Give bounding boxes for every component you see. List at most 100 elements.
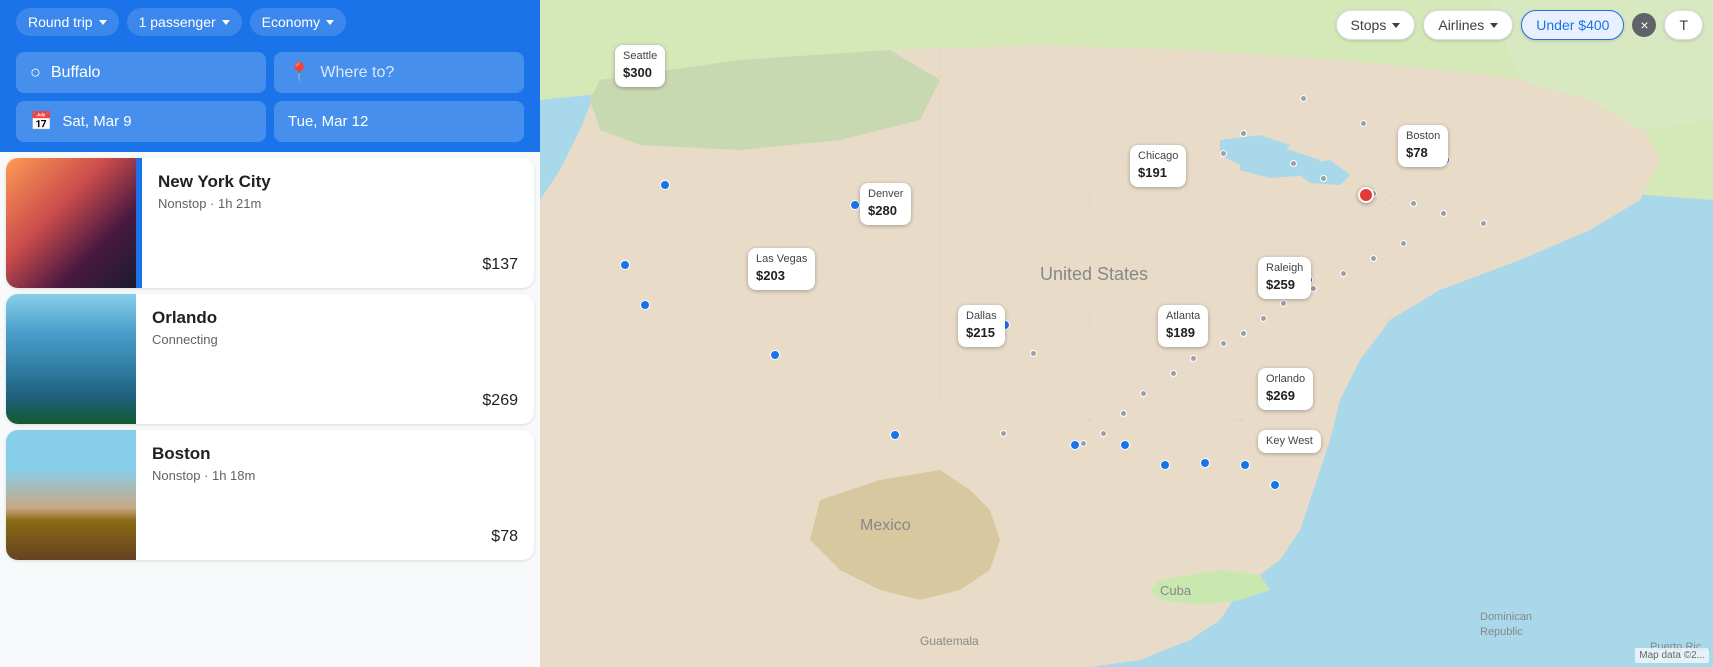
destination-placeholder: Where to? bbox=[320, 64, 394, 82]
more-filters-btn[interactable]: T bbox=[1664, 10, 1703, 40]
price-filter-label: Under $400 bbox=[1536, 17, 1609, 33]
boston-city-name: Boston bbox=[1406, 129, 1440, 144]
map-dot-gray bbox=[1220, 340, 1227, 347]
flight-card-nyc[interactable]: New York City Nonstop · 1h 21m $137 bbox=[6, 158, 534, 288]
map-dot-7 bbox=[1120, 440, 1130, 450]
map-dot-gray bbox=[1280, 300, 1287, 307]
las-vegas-price: $203 bbox=[756, 267, 807, 285]
map-dot-gray bbox=[1120, 410, 1127, 417]
map-dot-gray bbox=[1290, 160, 1297, 167]
results-list: New York City Nonstop · 1h 21m $137 Orla… bbox=[0, 152, 540, 667]
map-dot-8 bbox=[1160, 460, 1170, 470]
boston-city: Boston bbox=[152, 444, 518, 464]
las-vegas-city-name: Las Vegas bbox=[756, 252, 807, 267]
flight-card-boston[interactable]: Boston Nonstop · 1h 18m $78 bbox=[6, 430, 534, 560]
denver-city-name: Denver bbox=[868, 187, 903, 202]
svg-text:Cuba: Cuba bbox=[1160, 583, 1192, 598]
orlando-city-name: Orlando bbox=[1266, 372, 1305, 387]
nyc-info: New York City Nonstop · 1h 21m $137 bbox=[142, 158, 534, 288]
price-label-key-west[interactable]: Key West bbox=[1258, 430, 1321, 453]
map-dot-gray bbox=[1100, 430, 1107, 437]
map-dot-gray bbox=[1340, 270, 1347, 277]
return-date-field[interactable]: Tue, Mar 12 bbox=[274, 101, 524, 142]
map-filter-bar: Stops Airlines Under $400 × T bbox=[1336, 10, 1703, 40]
raleigh-city-name: Raleigh bbox=[1266, 261, 1303, 276]
boston-detail: Nonstop · 1h 18m bbox=[152, 468, 518, 483]
map-dot-4 bbox=[770, 350, 780, 360]
price-label-boston[interactable]: Boston $78 bbox=[1398, 125, 1448, 167]
seattle-price: $300 bbox=[623, 64, 657, 82]
map-dot-gray bbox=[1240, 130, 1247, 137]
map-dot-gray bbox=[1000, 430, 1007, 437]
price-label-dallas[interactable]: Dallas $215 bbox=[958, 305, 1005, 347]
orlando-info: Orlando Connecting $269 bbox=[136, 294, 534, 424]
price-filter-chip[interactable]: Under $400 bbox=[1521, 10, 1624, 40]
map-dot-gray bbox=[1300, 95, 1307, 102]
map-dot-key-west bbox=[1270, 480, 1280, 490]
calendar-icon: 📅 bbox=[30, 111, 52, 132]
orlando-image bbox=[6, 294, 136, 424]
map-dot-gray bbox=[1320, 175, 1327, 182]
chicago-city-name: Chicago bbox=[1138, 149, 1178, 164]
chicago-price: $191 bbox=[1138, 164, 1178, 182]
price-label-atlanta[interactable]: Atlanta $189 bbox=[1158, 305, 1208, 347]
map-dot-3 bbox=[640, 300, 650, 310]
svg-text:Dominican: Dominican bbox=[1480, 611, 1532, 623]
orlando-price: $269 bbox=[482, 392, 518, 410]
price-label-las-vegas[interactable]: Las Vegas $203 bbox=[748, 248, 815, 290]
close-price-filter-btn[interactable]: × bbox=[1632, 13, 1656, 37]
svg-text:United States: United States bbox=[1040, 264, 1148, 284]
header: Round trip 1 passenger Economy ○ Buffalo… bbox=[0, 0, 540, 152]
trip-type-dropdown[interactable]: Round trip bbox=[16, 8, 119, 36]
boston-price: $78 bbox=[491, 528, 518, 546]
passenger-dropdown[interactable]: 1 passenger bbox=[127, 8, 242, 36]
stops-chevron-icon bbox=[1392, 23, 1400, 28]
origin-field[interactable]: ○ Buffalo bbox=[16, 52, 266, 93]
map-dot-gray bbox=[1080, 440, 1087, 447]
price-label-orlando[interactable]: Orlando $269 bbox=[1258, 368, 1313, 410]
svg-text:Mexico: Mexico bbox=[860, 517, 911, 534]
map-dot-gray bbox=[1140, 390, 1147, 397]
map-dot-gray bbox=[1410, 200, 1417, 207]
depart-date-field[interactable]: 📅 Sat, Mar 9 bbox=[16, 101, 266, 142]
class-label: Economy bbox=[262, 14, 320, 30]
map-dot-gray bbox=[1240, 330, 1247, 337]
stops-label: Stops bbox=[1351, 17, 1387, 33]
passenger-chevron-icon bbox=[222, 20, 230, 25]
flight-card-orlando[interactable]: Orlando Connecting $269 bbox=[6, 294, 534, 424]
orlando-city: Orlando bbox=[152, 308, 518, 328]
top-bar: Round trip 1 passenger Economy bbox=[12, 0, 528, 44]
search-bar: ○ Buffalo 📍 Where to? bbox=[12, 44, 528, 101]
map-attribution: Map data ©2... bbox=[1635, 648, 1709, 663]
map-dot-6 bbox=[1070, 440, 1080, 450]
map-dot-gray bbox=[1220, 150, 1227, 157]
origin-text: Buffalo bbox=[51, 64, 101, 82]
svg-text:Guatemala: Guatemala bbox=[920, 634, 979, 648]
passenger-label: 1 passenger bbox=[139, 14, 216, 30]
price-label-denver[interactable]: Denver $280 bbox=[860, 183, 911, 225]
price-label-chicago[interactable]: Chicago $191 bbox=[1130, 145, 1186, 187]
map-dot-gray bbox=[1170, 370, 1177, 377]
atlanta-price: $189 bbox=[1166, 324, 1200, 342]
map-dot-denver bbox=[850, 200, 860, 210]
price-label-seattle[interactable]: Seattle $300 bbox=[615, 45, 665, 87]
map-dot-gray bbox=[1260, 315, 1267, 322]
destination-field[interactable]: 📍 Where to? bbox=[274, 52, 524, 93]
class-dropdown[interactable]: Economy bbox=[250, 8, 346, 36]
origin-icon: ○ bbox=[30, 62, 41, 83]
key-west-city-name: Key West bbox=[1266, 434, 1313, 449]
raleigh-price: $259 bbox=[1266, 276, 1303, 294]
map-dot-1 bbox=[660, 180, 670, 190]
airlines-filter-btn[interactable]: Airlines bbox=[1423, 10, 1513, 40]
stops-filter-btn[interactable]: Stops bbox=[1336, 10, 1416, 40]
origin-dot-buffalo bbox=[1358, 187, 1374, 203]
price-label-raleigh[interactable]: Raleigh $259 bbox=[1258, 257, 1311, 299]
location-pin-icon: 📍 bbox=[288, 62, 310, 83]
atlanta-city-name: Atlanta bbox=[1166, 309, 1200, 324]
airlines-chevron-icon bbox=[1490, 23, 1498, 28]
nyc-city: New York City bbox=[158, 172, 518, 192]
nyc-detail: Nonstop · 1h 21m bbox=[158, 196, 518, 211]
map-dot-gray bbox=[1400, 240, 1407, 247]
nyc-image bbox=[6, 158, 136, 288]
trip-type-chevron-icon bbox=[99, 20, 107, 25]
